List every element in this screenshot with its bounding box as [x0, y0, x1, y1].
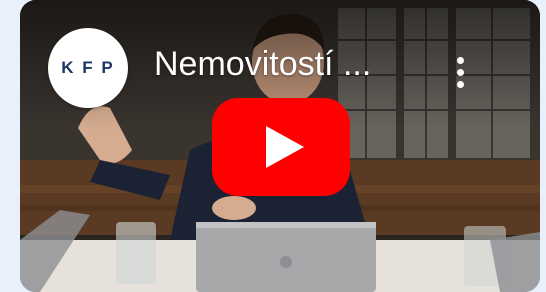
video-embed-card[interactable]: K F P Nemovitostí ... [20, 0, 540, 292]
more-dot [456, 56, 464, 64]
channel-avatar[interactable]: K F P [48, 28, 128, 108]
youtube-play-icon[interactable] [212, 98, 350, 196]
video-title[interactable]: Nemovitostí ... [154, 45, 434, 84]
more-vert-icon[interactable] [444, 48, 476, 96]
more-dot [456, 68, 464, 76]
more-dot [456, 80, 464, 88]
kfp-logo-icon: K F P [61, 58, 115, 77]
